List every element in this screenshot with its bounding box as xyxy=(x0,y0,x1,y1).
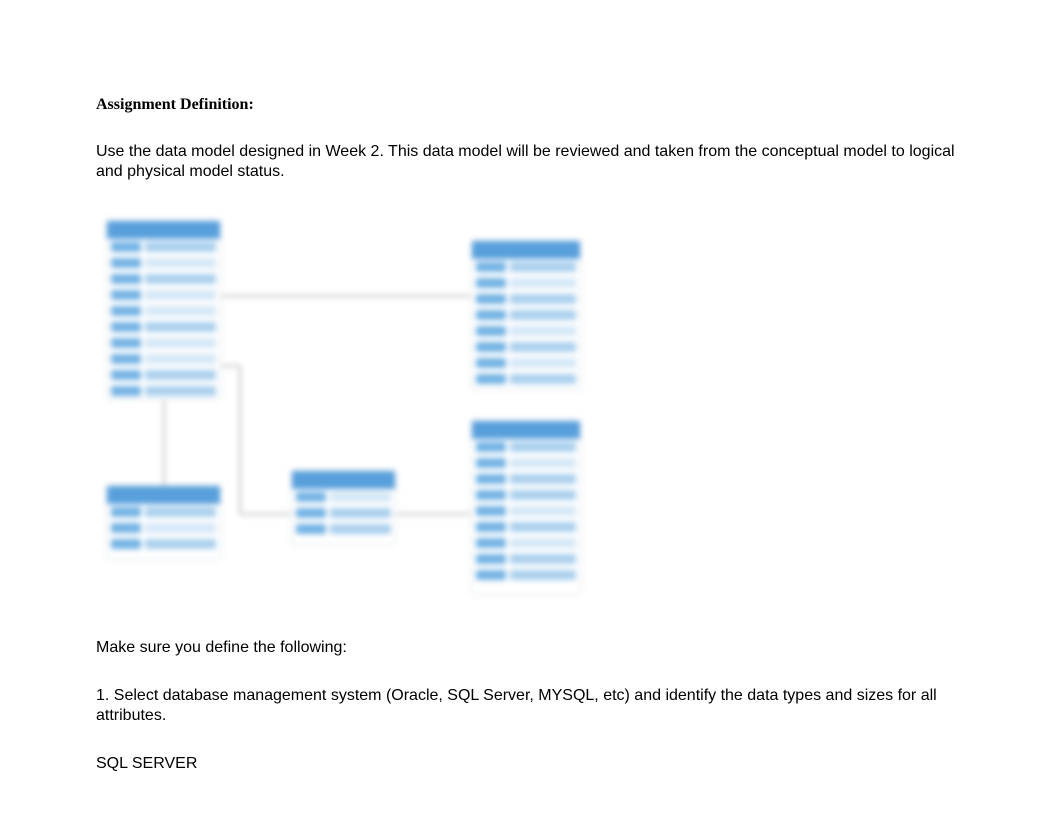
entity-header xyxy=(107,486,220,504)
connector-line xyxy=(239,513,291,515)
intro-paragraph: Use the data model designed in Week 2. T… xyxy=(96,142,966,182)
entity-header xyxy=(292,471,395,489)
entity-header xyxy=(472,421,580,439)
connector-line xyxy=(163,400,165,485)
connector-line xyxy=(221,365,241,367)
connector-line xyxy=(221,295,471,297)
instruction-paragraph: Make sure you define the following: xyxy=(96,638,966,658)
connector-line xyxy=(239,365,241,515)
er-diagram xyxy=(96,210,586,610)
entity-header xyxy=(107,221,220,239)
answer-paragraph: SQL SERVER xyxy=(96,754,966,774)
assignment-heading: Assignment Definition: xyxy=(96,96,966,114)
entity-header xyxy=(472,241,580,259)
connector-line xyxy=(396,513,471,515)
step1-paragraph: 1. Select database management system (Or… xyxy=(96,686,966,726)
